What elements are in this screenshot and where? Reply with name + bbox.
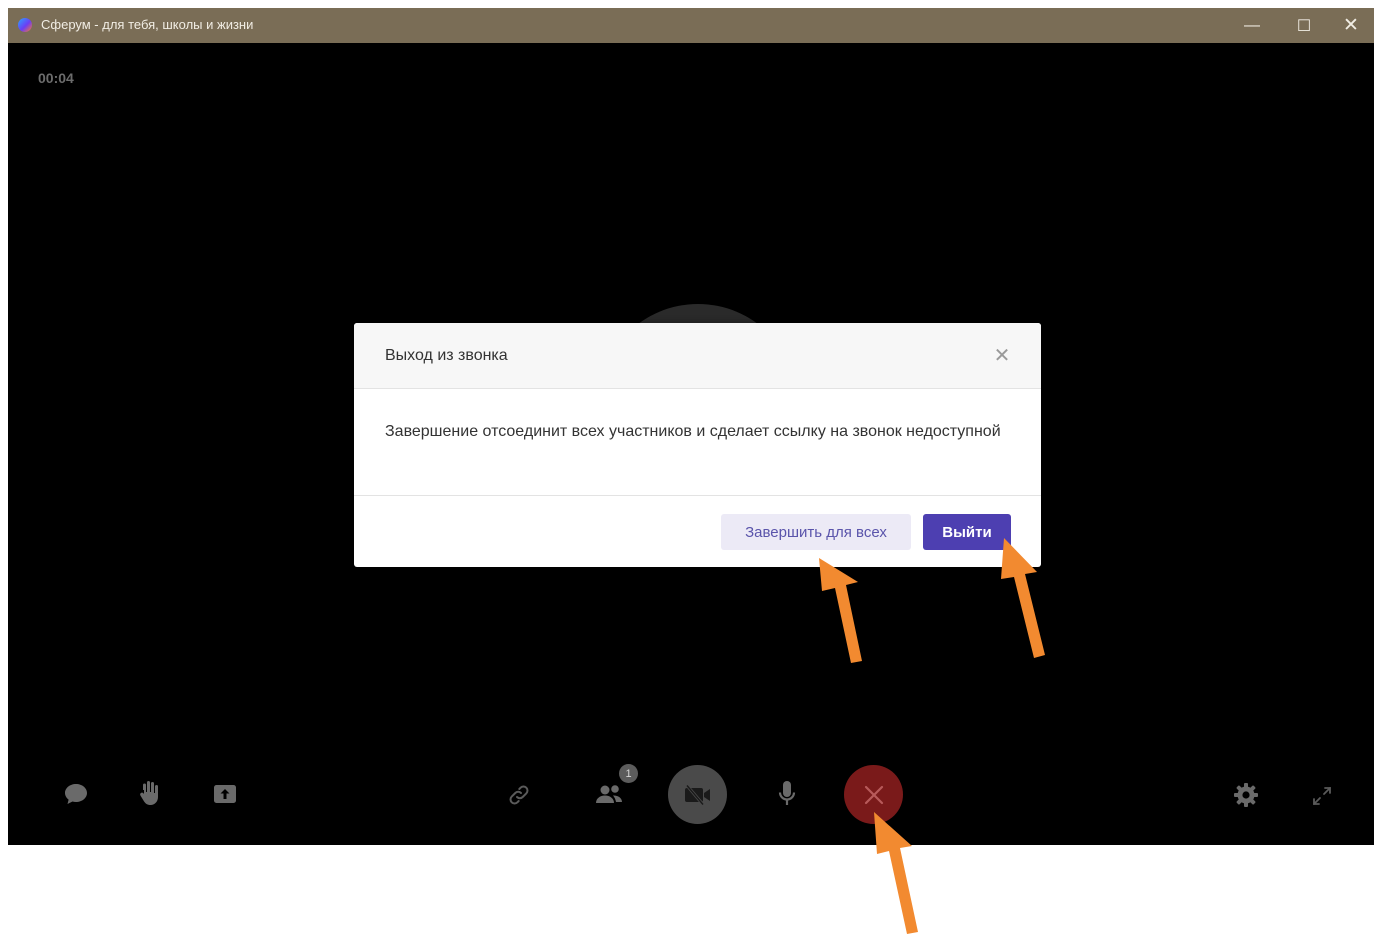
annotation-arrow-end-call: [874, 812, 918, 934]
dialog-title: Выход из звонка: [385, 347, 508, 364]
annotation-arrow-end-for-all: [819, 558, 862, 663]
window-title: Сферум - для тебя, школы и жизни: [41, 17, 254, 32]
share-screen-button[interactable]: [211, 780, 239, 808]
participants-icon: [596, 785, 622, 803]
fullscreen-icon: [1313, 787, 1331, 805]
close-window-button[interactable]: ✕: [1328, 8, 1374, 43]
minimize-button[interactable]: —: [1229, 8, 1275, 43]
dialog-message: Завершение отсоединит всех участников и …: [385, 423, 1001, 440]
chat-icon: [65, 784, 87, 804]
camera-off-icon: [684, 784, 710, 805]
microphone-icon: [778, 781, 796, 805]
participants-button[interactable]: [592, 778, 628, 810]
title-bar: Сферум - для тебя, школы и жизни — ☐ ✕: [8, 8, 1374, 43]
microphone-button[interactable]: [772, 778, 802, 810]
link-icon: [509, 785, 529, 805]
raise-hand-button[interactable]: [136, 778, 164, 808]
dialog-footer: Завершить для всех Выйти: [354, 495, 1041, 568]
call-timer: 00:04: [38, 70, 74, 86]
raise-hand-icon: [140, 781, 158, 805]
sferum-window: Сферум - для тебя, школы и жизни — ☐ ✕ 0…: [8, 8, 1374, 845]
end-for-all-button[interactable]: Завершить для всех: [721, 514, 911, 550]
exit-call-dialog: Выход из звонка ✕ Завершение отсоединит …: [354, 323, 1041, 567]
dialog-close-button[interactable]: ✕: [990, 343, 1014, 367]
settings-icon: [1234, 783, 1258, 807]
share-screen-icon: [214, 785, 236, 803]
dialog-header: Выход из звонка ✕: [354, 323, 1041, 389]
maximize-button[interactable]: ☐: [1281, 8, 1327, 43]
sferum-logo-icon: [18, 18, 32, 32]
camera-toggle-button[interactable]: [668, 765, 727, 824]
copy-link-button[interactable]: [504, 780, 534, 810]
participants-count-badge: 1: [619, 764, 638, 783]
annotation-arrow-exit: [1001, 538, 1045, 658]
end-call-icon: [864, 785, 883, 804]
chat-button[interactable]: [62, 780, 90, 808]
fullscreen-button[interactable]: [1308, 782, 1336, 810]
settings-button[interactable]: [1231, 780, 1261, 810]
